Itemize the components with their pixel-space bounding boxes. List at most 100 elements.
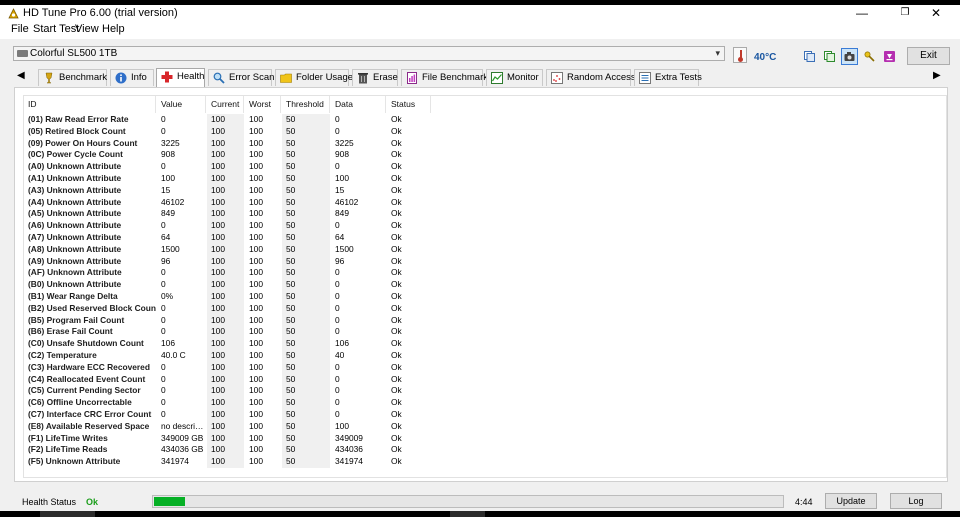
column-header-worst[interactable]: Worst — [245, 96, 281, 113]
table-row[interactable]: (B5) Program Fail Count 0 100 100 50 0 Ok — [24, 314, 944, 327]
table-row[interactable]: (C4) Reallocated Event Count 0 100 100 50 0 Ok — [24, 373, 944, 386]
tab-label: Folder Usage — [296, 72, 354, 83]
save-button[interactable] — [881, 48, 898, 65]
log-button[interactable]: Log — [890, 493, 942, 509]
cell-data: 0 — [335, 267, 340, 278]
table-row[interactable]: (C7) Interface CRC Error Count 0 100 100 50 0… — [24, 409, 944, 421]
table-row[interactable]: (B1) Wear Range Delta 0% 100 100 50 0 Ok — [24, 291, 944, 303]
cell-id: (B6) Erase Fail Count — [28, 326, 113, 337]
table-row[interactable]: (C5) Current Pending Sector 0 100 100 50 0 Ok — [24, 385, 944, 398]
tab-bar: ◀ Benchmark Info Health Error Scan Folde… — [0, 68, 960, 87]
health-status-label: Health Status — [22, 497, 77, 507]
table-row[interactable]: (F5) Unknown Attribute 341974 100 100 50 3419… — [24, 456, 944, 468]
table-row[interactable]: (C0) Unsafe Shutdown Count 106 100 100 50 106… — [24, 338, 944, 350]
cell-worst: 100 — [249, 220, 263, 231]
folder-icon — [280, 73, 292, 83]
menu-view[interactable]: View — [75, 23, 99, 35]
table-row[interactable]: (F1) LifeTime Writes 349009 GB 100 100 50 349… — [24, 432, 944, 445]
cell-threshold: 50 — [282, 114, 330, 126]
tab-benchmark[interactable]: Benchmark — [38, 69, 107, 86]
menu-help[interactable]: Help — [102, 23, 125, 35]
tab-info[interactable]: Info — [110, 69, 154, 86]
cell-value: 434036 GB — [161, 444, 204, 455]
menu-start-test[interactable]: Start Test — [33, 23, 79, 35]
cell-value: 0 — [161, 409, 166, 419]
table-row[interactable]: (0C) Power Cycle Count 908 100 100 50 908 Ok — [24, 149, 944, 162]
tab-random-access[interactable]: Random Access — [546, 69, 636, 86]
cell-value: 0 — [161, 397, 166, 408]
table-row[interactable]: (A4) Unknown Attribute 46102 100 100 50 46102… — [24, 196, 944, 209]
tab-scroll-right-icon[interactable]: ▶ — [933, 70, 941, 81]
column-header-value[interactable]: Value — [157, 96, 206, 113]
cell-id: (C7) Interface CRC Error Count — [28, 409, 152, 419]
table-row[interactable]: (E8) Available Reserved Space no descri… 1… — [24, 420, 944, 433]
table-row[interactable]: (A9) Unknown Attribute 96 100 100 50 96 Ok — [24, 255, 944, 268]
tab-error-scan[interactable]: Error Scan — [208, 69, 274, 86]
table-row[interactable]: (A1) Unknown Attribute 100 100 100 50 100 Ok — [24, 173, 944, 185]
cell-worst: 100 — [249, 267, 263, 278]
table-row[interactable]: (A8) Unknown Attribute 1500 100 100 50 1500 Ok — [24, 243, 944, 256]
copy-text-button[interactable] — [821, 48, 838, 65]
table-row[interactable]: (B2) Used Reserved Block Count 0 100 100 50 0… — [24, 302, 944, 315]
menu-file[interactable]: File — [11, 23, 29, 35]
tab-file-benchmark[interactable]: File Benchmark — [401, 69, 488, 86]
table-row[interactable]: (F2) LifeTime Reads 434036 GB 100 100 50 4340… — [24, 444, 944, 457]
table-row[interactable]: (05) Retired Block Count 0 100 100 50 0 Ok — [24, 125, 944, 138]
copy-info-button[interactable] — [801, 48, 818, 65]
column-header-current[interactable]: Current — [207, 96, 244, 113]
options-button[interactable] — [861, 48, 878, 65]
taskbar-item[interactable] — [40, 511, 95, 517]
table-row[interactable]: (C2) Temperature 40.0 C 100 100 50 40 Ok — [24, 350, 944, 362]
table-row[interactable]: (C6) Offline Uncorrectable 0 100 100 50 0 Ok — [24, 397, 944, 409]
screenshot-button[interactable] — [841, 48, 858, 65]
cell-id: (C6) Offline Uncorrectable — [28, 397, 132, 408]
table-row[interactable]: (B0) Unknown Attribute 0 100 100 50 0 Ok — [24, 279, 944, 291]
cell-worst: 100 — [249, 184, 263, 195]
table-row[interactable]: (A5) Unknown Attribute 849 100 100 50 849 Ok — [24, 208, 944, 221]
table-row[interactable]: (B6) Erase Fail Count 0 100 100 50 0 Ok — [24, 326, 944, 339]
column-header-threshold[interactable]: Threshold — [282, 96, 330, 113]
drive-select-value: Colorful SL500 1TB — [30, 48, 118, 59]
chevron-down-icon: ▾ — [715, 48, 720, 58]
minimize-button[interactable]: — — [842, 5, 882, 22]
table-row[interactable]: (A7) Unknown Attribute 64 100 100 50 64 Ok — [24, 232, 944, 244]
cell-id: (B0) Unknown Attribute — [28, 279, 122, 290]
update-button[interactable]: Update — [825, 493, 877, 509]
tab-health[interactable]: Health — [156, 68, 205, 87]
drive-select[interactable]: Colorful SL500 1TB ▾ — [13, 46, 725, 61]
cell-threshold: 50 — [282, 338, 330, 350]
elapsed-time: 4:44 — [795, 497, 813, 507]
tab-scroll-left-icon[interactable]: ◀ — [17, 70, 25, 81]
table-row[interactable]: (C3) Hardware ECC Recovered 0 100 100 50 0 Ok — [24, 361, 944, 374]
column-header-status[interactable]: Status — [387, 96, 431, 113]
column-header-id[interactable]: ID — [24, 96, 156, 113]
cell-worst: 100 — [249, 291, 263, 301]
cell-threshold: 50 — [282, 255, 330, 268]
table-row[interactable]: (A3) Unknown Attribute 15 100 100 50 15 Ok — [24, 184, 944, 197]
table-row[interactable]: (A6) Unknown Attribute 0 100 100 50 0 Ok — [24, 220, 944, 232]
table-row[interactable]: (AF) Unknown Attribute 0 100 100 50 0 Ok — [24, 267, 944, 280]
exit-button[interactable]: Exit — [907, 47, 950, 65]
column-header-data[interactable]: Data — [331, 96, 386, 113]
close-button[interactable]: ✕ — [916, 5, 956, 22]
tab-erase[interactable]: Erase — [352, 69, 398, 86]
table-row[interactable]: (01) Raw Read Error Rate 0 100 100 50 0 Ok — [24, 114, 944, 126]
taskbar-item[interactable] — [450, 511, 485, 517]
cell-data: 0 — [335, 125, 340, 136]
cell-status: Ok — [391, 232, 402, 242]
cell-current: 100 — [207, 409, 244, 421]
tab-extra-tests[interactable]: Extra Tests — [634, 69, 702, 86]
table-row[interactable]: (A0) Unknown Attribute 0 100 100 50 0 Ok — [24, 161, 944, 173]
cell-worst: 100 — [249, 173, 263, 183]
cell-status: Ok — [391, 373, 402, 384]
cell-worst: 100 — [249, 314, 263, 325]
tab-monitor[interactable]: Monitor — [486, 69, 543, 86]
cell-status: Ok — [391, 184, 402, 195]
cell-threshold: 50 — [282, 232, 330, 244]
tab-folder-usage[interactable]: Folder Usage — [275, 69, 353, 86]
tab-label: Monitor — [507, 72, 539, 83]
cell-status: Ok — [391, 385, 402, 396]
table-row[interactable]: (09) Power On Hours Count 3225 100 100 50 322… — [24, 137, 944, 150]
cell-current: 100 — [207, 420, 244, 433]
thermometer-icon — [733, 47, 747, 63]
